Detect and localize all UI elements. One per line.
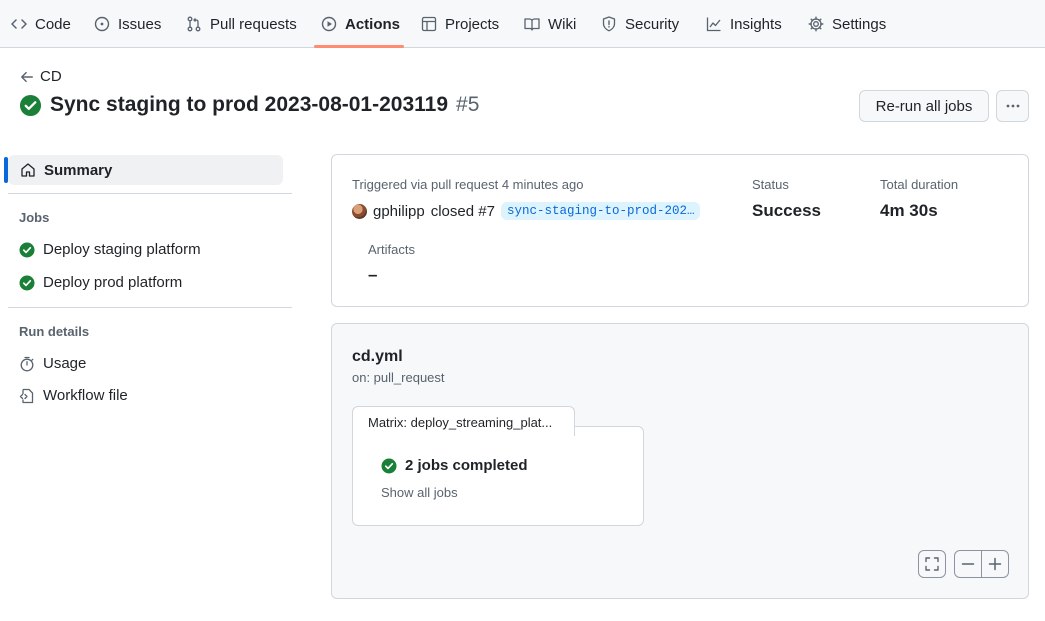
tab-security[interactable]: Security [601, 0, 679, 48]
sidebar-item-workflow-file-label: Workflow file [43, 387, 128, 404]
jobs-completed-row: 2 jobs completed [381, 457, 528, 474]
run-summary-card: Triggered via pull request 4 minutes ago… [331, 154, 1029, 307]
back-link-label: CD [40, 68, 62, 85]
workflow-file-name[interactable]: cd.yml [352, 348, 403, 366]
avatar[interactable] [352, 203, 367, 219]
plus-icon [988, 557, 1002, 571]
kebab-horizontal-icon [1006, 104, 1019, 108]
active-tab-indicator [314, 45, 404, 48]
tab-insights-label: Insights [730, 15, 782, 33]
tab-security-label: Security [625, 15, 680, 33]
home-icon [21, 163, 35, 177]
show-all-jobs-link[interactable]: Show all jobs [381, 485, 458, 500]
zoom-out-button[interactable] [954, 550, 982, 578]
matrix-tab[interactable]: Matrix: deploy_streaming_plat... [352, 406, 575, 436]
tab-pull-requests[interactable]: Pull requests [186, 0, 297, 48]
tab-code-label: Code [35, 15, 71, 33]
minus-icon [961, 563, 975, 565]
jobs-completed-label: 2 jobs completed [405, 457, 528, 474]
branch-label[interactable]: sync-staging-to-prod-202… [500, 202, 701, 220]
fullscreen-icon [925, 557, 939, 571]
actor-name[interactable]: gphilipp [373, 203, 425, 220]
tab-issues[interactable]: Issues [94, 0, 161, 48]
stopwatch-icon [20, 356, 34, 371]
tab-code[interactable]: Code [11, 0, 71, 48]
trigger-action[interactable]: closed #7 [431, 203, 495, 220]
issue-icon [94, 16, 110, 32]
status-value: Success [752, 201, 821, 220]
gear-icon [808, 16, 824, 32]
rerun-all-jobs-button[interactable]: Re-run all jobs [859, 90, 989, 122]
sidebar-item-summary[interactable]: Summary [4, 155, 283, 185]
table-icon [421, 16, 437, 32]
shield-icon [602, 16, 616, 32]
tab-settings-label: Settings [832, 15, 887, 33]
check-circle-fill-icon [19, 242, 35, 257]
sidebar-item-job-label: Deploy prod platform [43, 274, 183, 291]
sidebar-item-usage[interactable]: Usage [19, 355, 86, 372]
artifacts-value: – [368, 265, 378, 284]
check-circle-fill-icon [19, 94, 42, 116]
book-icon [524, 18, 540, 31]
check-circle-fill-icon [381, 458, 397, 473]
tab-issues-label: Issues [118, 15, 162, 33]
sidebar-divider [8, 307, 292, 308]
run-title-row: Sync staging to prod 2023-08-01-203119 #… [19, 93, 479, 117]
run-details-heading: Run details [19, 324, 90, 339]
status-label: Status [752, 177, 789, 192]
artifacts-label: Artifacts [368, 242, 415, 257]
tab-insights[interactable]: Insights [706, 0, 782, 48]
tab-wiki[interactable]: Wiki [524, 0, 576, 48]
graph-icon [706, 17, 721, 32]
page-title: Sync staging to prod 2023-08-01-203119 [50, 93, 449, 116]
matrix-card[interactable]: 2 jobs completed Show all jobs [352, 426, 644, 526]
tab-actions[interactable]: Actions [321, 0, 400, 48]
sidebar-item-usage-label: Usage [43, 355, 87, 372]
zoom-in-button[interactable] [981, 550, 1009, 578]
tab-wiki-label: Wiki [548, 15, 577, 33]
tab-pull-requests-label: Pull requests [210, 15, 297, 33]
sidebar-item-job[interactable]: Deploy staging platform [19, 241, 201, 258]
play-circle-icon [321, 16, 337, 32]
tab-actions-label: Actions [345, 15, 401, 33]
run-number: #5 [456, 93, 480, 116]
tab-projects[interactable]: Projects [421, 0, 499, 48]
sidebar-item-summary-label: Summary [44, 161, 113, 179]
sidebar-item-job[interactable]: Deploy prod platform [19, 274, 182, 291]
arrow-left-icon [21, 71, 33, 82]
workflow-trigger: on: pull_request [352, 370, 445, 385]
sidebar-item-job-label: Deploy staging platform [43, 241, 201, 258]
file-code-icon [19, 388, 34, 403]
trigger-text: Triggered via pull request 4 minutes ago [352, 177, 584, 192]
trigger-actor-row: gphilipp closed #7 sync-staging-to-prod-… [352, 202, 701, 220]
check-circle-fill-icon [19, 275, 35, 290]
back-to-workflow-link[interactable]: CD [20, 68, 62, 85]
repo-nav: Code Issues Pull requests Actions Projec… [0, 0, 1045, 48]
more-options-button[interactable] [996, 90, 1029, 122]
duration-value: 4m 30s [880, 201, 938, 220]
pull-request-icon [187, 16, 201, 32]
duration-label: Total duration [880, 177, 959, 192]
fullscreen-button[interactable] [918, 550, 946, 578]
sidebar-item-workflow-file[interactable]: Workflow file [19, 387, 128, 404]
tab-settings[interactable]: Settings [808, 0, 886, 48]
sidebar-divider [8, 193, 292, 194]
jobs-heading: Jobs [19, 210, 50, 225]
tab-projects-label: Projects [445, 15, 500, 33]
code-icon [11, 19, 27, 29]
